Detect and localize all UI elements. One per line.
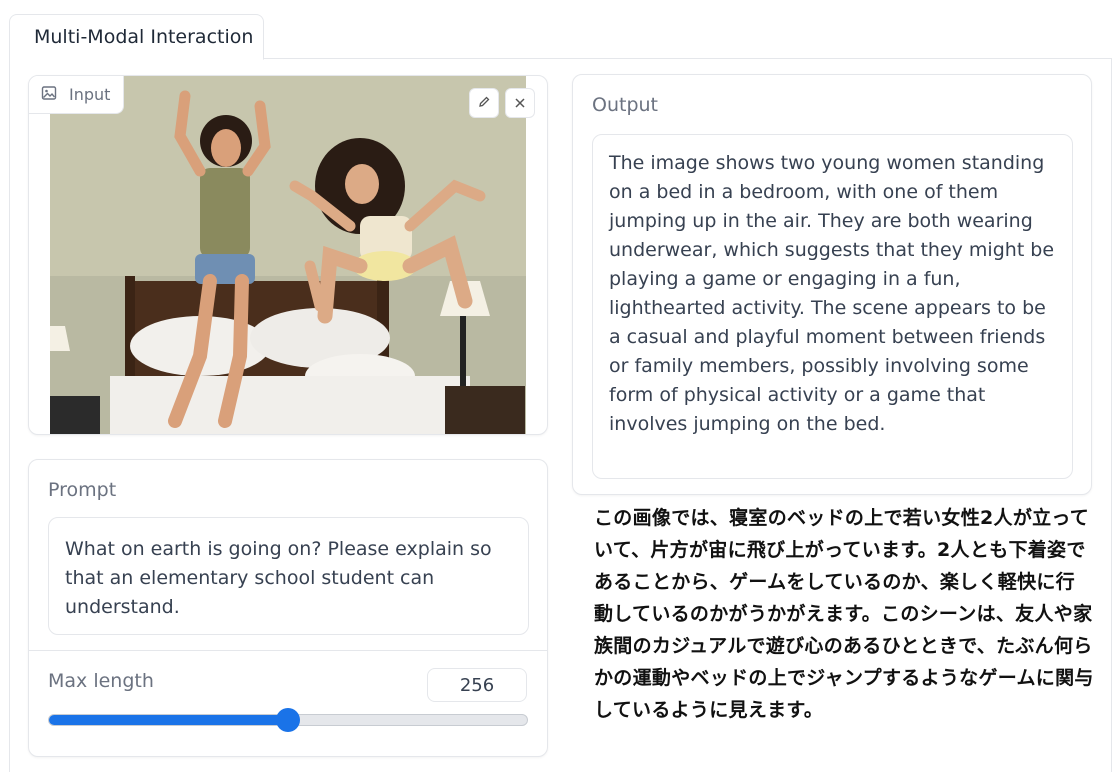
prompt-label: Prompt — [48, 479, 117, 501]
close-icon — [514, 94, 526, 113]
image-input-block: Input — [28, 75, 548, 435]
output-textbox[interactable]: The image shows two young women standing… — [592, 134, 1073, 479]
image-input-label: Input — [29, 76, 124, 114]
tab-multi-modal-interaction[interactable]: Multi-Modal Interaction — [9, 14, 264, 60]
image-input-label-text: Input — [69, 85, 111, 104]
slider-fill — [49, 715, 288, 725]
output-label: Output — [592, 94, 658, 116]
prompt-input[interactable]: What on earth is going on? Please explai… — [48, 517, 529, 635]
image-icon — [41, 85, 57, 113]
clear-image-button[interactable] — [505, 88, 535, 118]
edit-icon — [477, 94, 491, 113]
edit-button[interactable] — [469, 88, 499, 118]
slider-handle[interactable] — [276, 708, 300, 732]
max-length-label: Max length — [48, 670, 154, 692]
prompt-block: Prompt What on earth is going on? Please… — [28, 459, 548, 757]
translation-text: この画像では、寝室のベッドの上で若い女性2人が立っていて、片方が宙に飛び上がって… — [594, 507, 1094, 721]
tab-bar: Multi-Modal Interaction — [0, 0, 1120, 60]
output-block: Output The image shows two young women s… — [572, 74, 1092, 495]
uploaded-photo[interactable] — [50, 76, 526, 434]
divider — [29, 650, 547, 651]
max-length-number-input[interactable]: 256 — [427, 668, 527, 702]
